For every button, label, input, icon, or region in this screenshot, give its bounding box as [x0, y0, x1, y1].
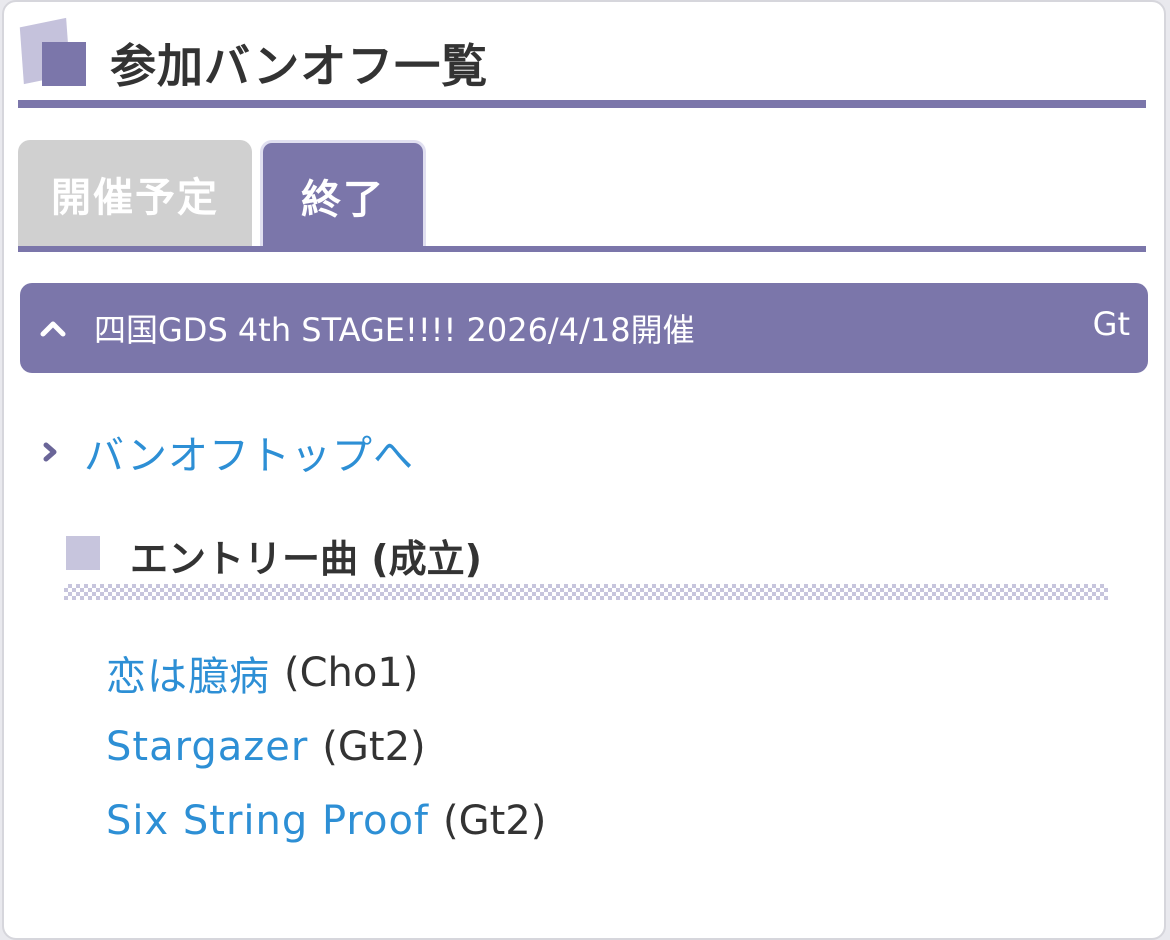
chevron-right-icon	[43, 442, 57, 462]
list-item: Six String Proof (Gt2)	[106, 784, 546, 858]
section-title: エントリー曲 (成立)	[130, 537, 482, 581]
song-part: (Gt2)	[443, 798, 547, 844]
list-item: Stargazer (Gt2)	[106, 710, 546, 784]
song-part: (Gt2)	[322, 724, 426, 770]
song-link[interactable]: Six String Proof	[106, 798, 429, 844]
entry-songs-section: エントリー曲 (成立)	[64, 528, 1108, 604]
header-square-icon	[42, 42, 86, 86]
page-title: 参加バンオフ一覧	[110, 39, 489, 93]
event-accordion-header[interactable]: 四国GDS 4th STAGE!!!! 2026/4/18開催 Gt	[20, 283, 1148, 373]
song-link[interactable]: 恋は臆病	[106, 644, 270, 702]
bandoff-top-link[interactable]: バンオフトップへ	[40, 424, 414, 480]
song-link[interactable]: Stargazer	[106, 724, 308, 770]
event-part: Gt	[1092, 305, 1130, 343]
tab-divider	[18, 246, 1146, 252]
tab-upcoming[interactable]: 開催予定	[18, 140, 252, 248]
song-list: 恋は臆病 (Cho1) Stargazer (Gt2) Six String P…	[106, 636, 546, 858]
section-divider	[64, 584, 1108, 600]
chevron-up-icon	[40, 321, 66, 337]
tab-bar: 開催予定 終了	[18, 138, 1146, 254]
page-header: 参加バンオフ一覧	[18, 14, 1146, 108]
header-divider	[18, 100, 1146, 108]
song-part: (Cho1)	[284, 650, 419, 696]
section-square-icon	[66, 536, 100, 570]
bandoff-top-link-label[interactable]: バンオフトップへ	[84, 423, 414, 481]
tab-ended[interactable]: 終了	[260, 140, 426, 248]
event-title: 四国GDS 4th STAGE!!!! 2026/4/18開催	[94, 311, 695, 349]
list-item: 恋は臆病 (Cho1)	[106, 636, 546, 710]
